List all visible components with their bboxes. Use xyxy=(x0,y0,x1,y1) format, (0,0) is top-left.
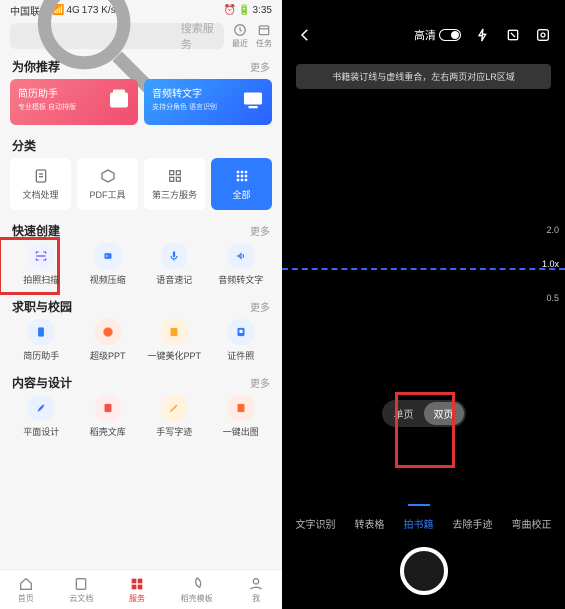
tool-audio[interactable]: 音频转文字 xyxy=(210,243,273,286)
job-title: 求职与校园 xyxy=(12,298,72,315)
resume-icon xyxy=(34,325,48,339)
recommend-more[interactable]: 更多 xyxy=(250,59,270,74)
category-title: 分类 xyxy=(12,137,36,154)
box-icon xyxy=(104,85,134,115)
cat-all[interactable]: 全部 xyxy=(211,158,272,210)
library-icon xyxy=(101,401,115,415)
nav-template[interactable]: 稻壳模板 xyxy=(181,576,213,604)
shutter-button[interactable] xyxy=(400,547,448,595)
tool-export[interactable]: 一键出图 xyxy=(210,395,273,438)
beautify-icon xyxy=(167,325,181,339)
clock-icon xyxy=(233,23,247,37)
apps-icon xyxy=(167,168,183,184)
nav-service[interactable]: 服务 xyxy=(129,576,145,604)
calendar-icon xyxy=(257,23,271,37)
export-icon xyxy=(234,401,248,415)
computer-icon xyxy=(238,85,268,115)
grid-icon xyxy=(234,168,250,184)
pen-icon xyxy=(167,401,181,415)
alarm-icon: ⏰ xyxy=(224,5,236,16)
tool-design[interactable]: 平面设计 xyxy=(10,395,73,438)
flash-icon[interactable] xyxy=(475,27,491,43)
tool-video[interactable]: 视频压缩 xyxy=(77,243,140,286)
mode-dewarp[interactable]: 弯曲校正 xyxy=(512,516,552,531)
promo-resume[interactable]: 简历助手 专业模板 自动排版 xyxy=(10,79,138,125)
mode-book[interactable]: 拍书籍 xyxy=(404,516,434,531)
recommend-title: 为你推荐 xyxy=(12,58,60,75)
page-toggle[interactable]: 单页 双页 xyxy=(382,400,466,427)
mode-ocr[interactable]: 文字识别 xyxy=(296,516,336,531)
promo-audio[interactable]: 音频转文字 支持分角色 语言识别 xyxy=(144,79,272,125)
page-single[interactable]: 单页 xyxy=(384,402,424,425)
tool-voice[interactable]: 语音速记 xyxy=(143,243,206,286)
recent-button[interactable]: 最近 xyxy=(232,23,248,49)
pdf-icon xyxy=(100,168,116,184)
tool-scan[interactable]: 拍照扫描 xyxy=(10,243,73,286)
nav-home[interactable]: 首页 xyxy=(18,576,34,604)
quick-more[interactable]: 更多 xyxy=(250,223,270,238)
brush-icon xyxy=(34,401,48,415)
tool-handwrite[interactable]: 手写字迹 xyxy=(143,395,206,438)
nav-me[interactable]: 我 xyxy=(248,576,264,604)
doc-icon xyxy=(33,168,49,184)
mode-table[interactable]: 转表格 xyxy=(355,516,385,531)
back-icon[interactable] xyxy=(296,26,314,44)
toggle-switch xyxy=(439,29,461,41)
settings-icon[interactable] xyxy=(535,27,551,43)
mode-erase[interactable]: 去除手迹 xyxy=(453,516,493,531)
audio-icon xyxy=(234,249,248,263)
tool-resume[interactable]: 简历助手 xyxy=(10,319,73,362)
tool-beautify[interactable]: 一键美化PPT xyxy=(143,319,206,362)
zoom-05x[interactable]: 0.5 xyxy=(546,293,559,303)
design-title: 内容与设计 xyxy=(12,374,72,391)
cat-pdf[interactable]: PDF工具 xyxy=(77,158,138,210)
user-icon xyxy=(248,576,264,592)
cat-doc[interactable]: 文档处理 xyxy=(10,158,71,210)
scan-icon xyxy=(34,249,48,263)
idphoto-icon xyxy=(234,325,248,339)
home-icon xyxy=(18,576,34,592)
tool-idphoto[interactable]: 证件照 xyxy=(210,319,273,362)
ppt-icon xyxy=(101,325,115,339)
cat-third[interactable]: 第三方服务 xyxy=(144,158,205,210)
leaf-icon xyxy=(189,576,205,592)
service-icon xyxy=(129,576,145,592)
zoom-2x[interactable]: 2.0 xyxy=(546,225,559,235)
mic-icon xyxy=(167,249,181,263)
tasks-button[interactable]: 任务 xyxy=(256,23,272,49)
status-time: 3:35 xyxy=(253,5,272,16)
quick-title: 快速创建 xyxy=(12,222,60,239)
cloud-icon xyxy=(73,576,89,592)
tool-docer[interactable]: 稻壳文库 xyxy=(77,395,140,438)
search-placeholder: 搜索服务 xyxy=(181,20,216,52)
tool-ppt[interactable]: 超级PPT xyxy=(77,319,140,362)
page-double[interactable]: 双页 xyxy=(424,402,464,425)
nav-cloud[interactable]: 云文档 xyxy=(69,576,93,604)
camera-hint: 书籍装订线与虚线重合，左右两页对应LR区域 xyxy=(296,64,551,89)
compress-icon xyxy=(101,249,115,263)
guide-line xyxy=(282,268,565,270)
search-input[interactable]: 搜索服务 xyxy=(10,23,224,49)
hd-toggle[interactable]: 高清 xyxy=(414,27,461,43)
job-more[interactable]: 更多 xyxy=(250,299,270,314)
rotate-icon[interactable] xyxy=(505,27,521,43)
design-more[interactable]: 更多 xyxy=(250,375,270,390)
battery-icon: 🔋 xyxy=(238,5,250,16)
